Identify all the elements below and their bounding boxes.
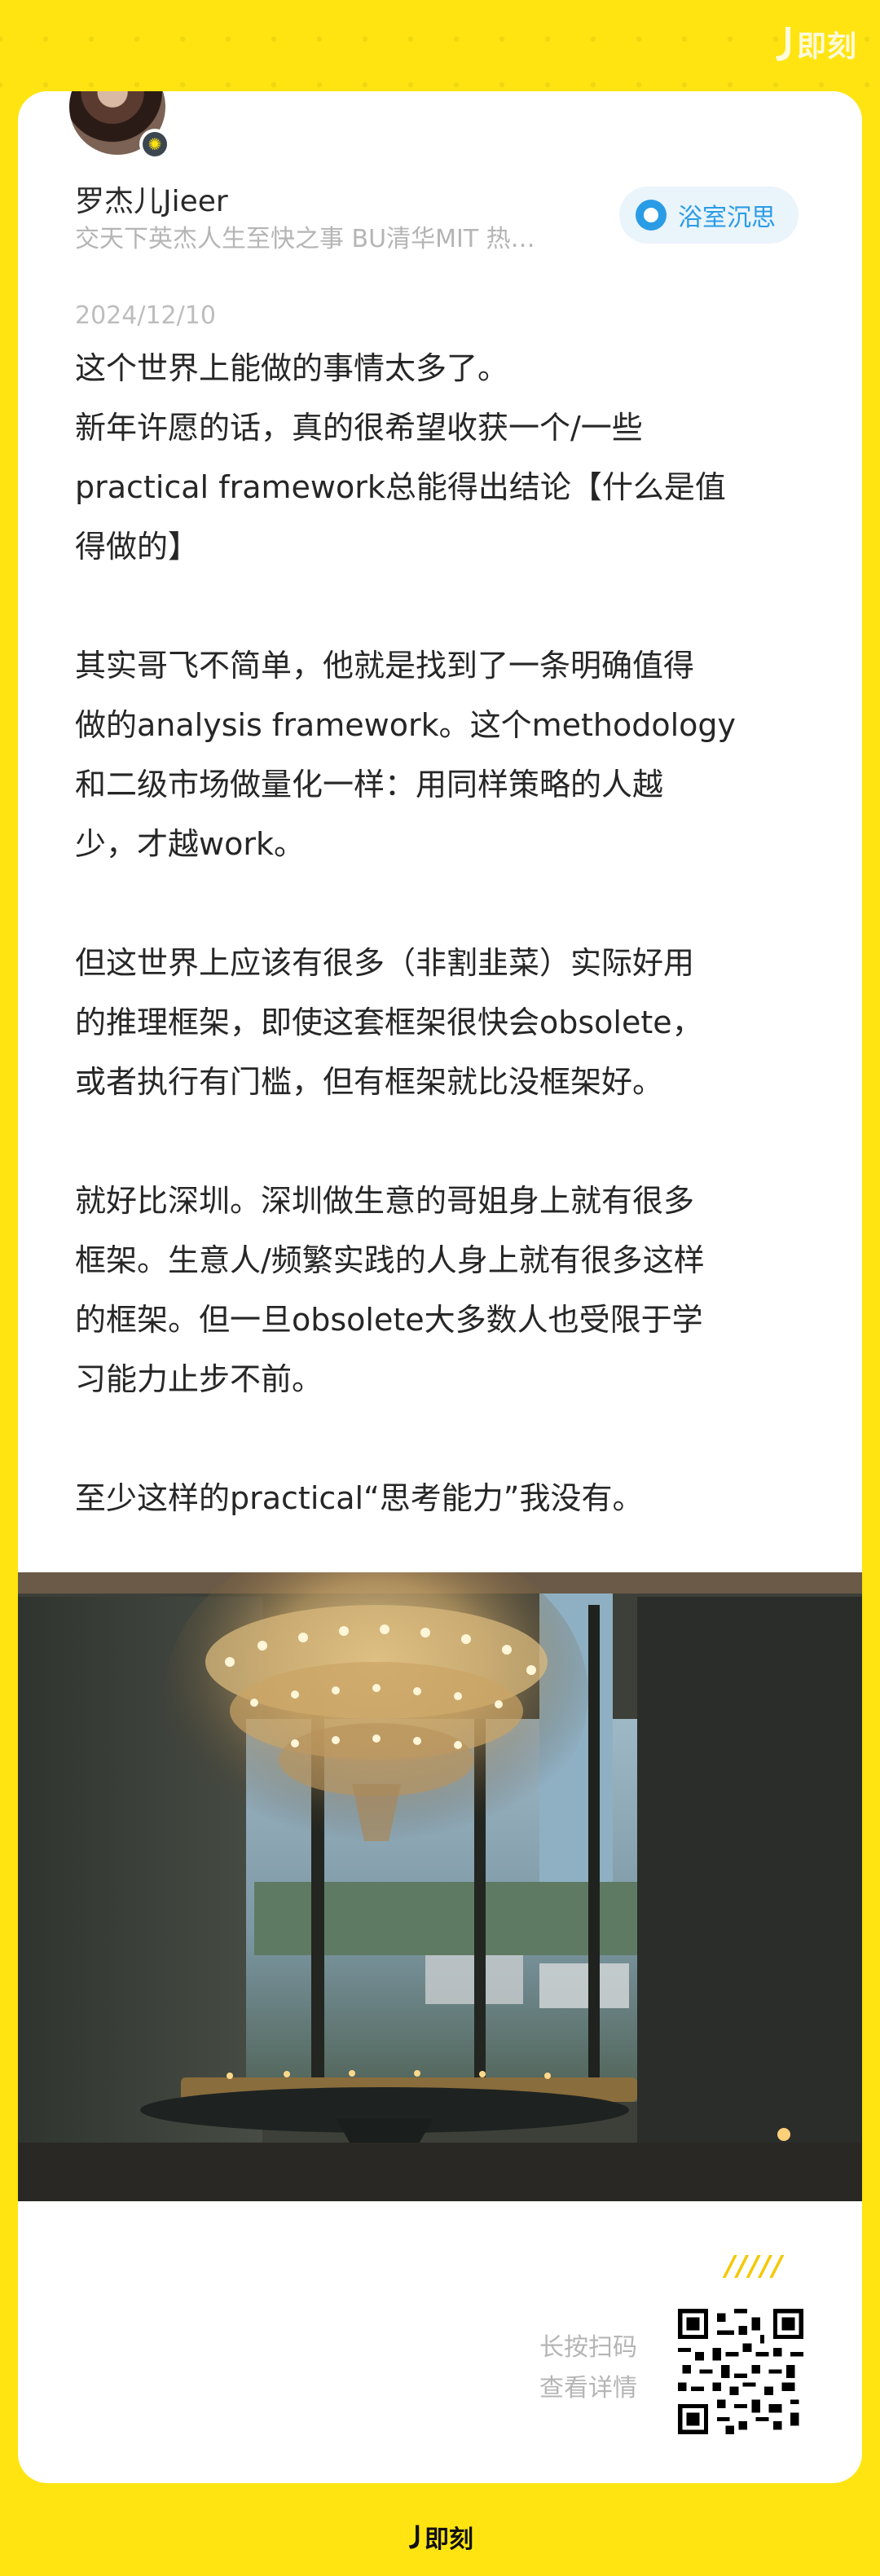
author-bio: 交天下英杰人生至快之事 BU清华MIT 热… <box>75 225 535 253</box>
post-text-line: 的框架。但一旦obsolete大多数人也受限于学 <box>75 1302 703 1338</box>
post-body: 这个世界上能做的事情太多了。新年许愿的话，真的很希望收获一个/一些 practic… <box>75 339 825 1528</box>
post-text-line: 和二级市场做量化一样：用同样策略的人越 <box>75 767 664 802</box>
brand-logo-bottom: 即刻 <box>0 2519 880 2555</box>
topic-label: 浴室沉思 <box>678 204 776 232</box>
post-text-line: practical framework总能得出结论【什么是值 <box>75 469 726 505</box>
scan-hint-line2: 查看详情 <box>539 2374 637 2402</box>
post-image[interactable] <box>18 1572 862 2201</box>
topic-tag[interactable]: 浴室沉思 <box>619 187 799 244</box>
post-text-line: 至少这样的practical“思考能力”我没有。 <box>75 1480 644 1516</box>
post-text-line: 就好比深圳。深圳做生意的哥姐身上就有很多 <box>75 1183 695 1219</box>
post-text-line: 少，才越work。 <box>75 826 305 862</box>
brand-logo-top: 即刻 <box>772 23 857 65</box>
post-text-line: 其实哥飞不简单，他就是找到了一条明确值得 <box>75 648 695 684</box>
avatar[interactable]: ✺ <box>69 91 170 160</box>
post-card: ✺ 罗杰儿Jieer 交天下英杰人生至快之事 BU清华MIT 热… 浴室沉思 2… <box>18 91 862 2483</box>
author-name[interactable]: 罗杰儿Jieer <box>75 178 228 220</box>
chandelier-photo <box>18 1572 862 2201</box>
post-text-line: 新年许愿的话，真的很希望收获一个/一些 <box>75 410 643 446</box>
brand-glyph-icon <box>775 27 790 61</box>
verified-badge: ✺ <box>139 129 170 160</box>
decorative-stripes: ///// <box>725 2250 785 2283</box>
post-text-line: 得做的】 <box>75 529 200 565</box>
topic-icon <box>636 200 667 231</box>
gear-icon: ✺ <box>143 132 167 156</box>
post-text-line: 或者执行有门槛，但有框架就比没框架好。 <box>75 1064 664 1100</box>
qr-code-icon[interactable] <box>678 2309 803 2434</box>
scan-hint-line1: 长按扫码 <box>539 2333 637 2362</box>
brand-name: 即刻 <box>796 30 857 64</box>
brand-glyph-icon <box>408 2525 420 2549</box>
post-date: 2024/12/10 <box>75 301 216 330</box>
post-text-line: 但这世界上应该有很多（非割韭菜）实际好用 <box>75 945 695 981</box>
post-text-line: 这个世界上能做的事情太多了。 <box>75 350 509 386</box>
post-text-line: 习能力止步不前。 <box>75 1361 323 1397</box>
post-text-line: 框架。生意人/频繁实践的人身上就有很多这样 <box>75 1242 705 1278</box>
post-text-line: 的推理框架，即使这套框架很快会obsolete， <box>75 1004 703 1040</box>
brand-name-bottom: 即刻 <box>425 2525 473 2554</box>
background-pattern <box>0 0 880 90</box>
post-text-line: 做的analysis framework。这个methodology <box>75 707 736 743</box>
